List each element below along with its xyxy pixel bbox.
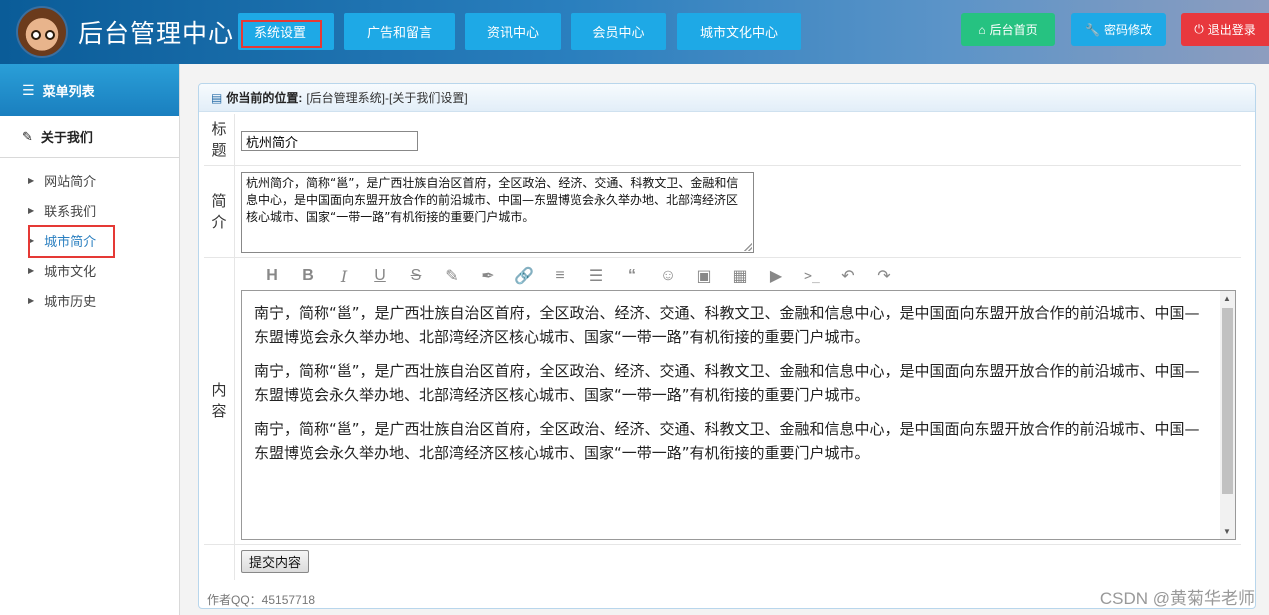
undo-icon[interactable]: ↶: [830, 266, 866, 286]
breadcrumb-path: [后台管理系统]-[关于我们设置]: [306, 91, 468, 105]
breadcrumb: ▤ 你当前的位置: [后台管理系统]-[关于我们设置]: [199, 84, 1255, 112]
video-icon[interactable]: ▶: [758, 266, 794, 286]
sidebar-header: ☰ 菜单列表: [0, 64, 179, 116]
title-label-char: 题: [211, 141, 227, 159]
caret-right-icon: ▶: [28, 295, 35, 305]
content-label: 内 容: [204, 258, 235, 544]
content-panel: ▤ 你当前的位置: [后台管理系统]-[关于我们设置] 标 题 简 介 杭州简介…: [198, 83, 1256, 609]
nav-ads-messages[interactable]: 广告和留言: [344, 13, 455, 50]
caret-right-icon: ▶: [28, 205, 35, 215]
sidebar-item-city-history[interactable]: ▶ 城市历史: [0, 285, 179, 315]
sidebar-item-label: 城市历史: [44, 293, 97, 309]
title-label: 标 题: [204, 114, 235, 165]
nav-system-settings[interactable]: 系统设置: [238, 13, 334, 50]
list-icon[interactable]: ≡: [542, 267, 578, 285]
submit-button[interactable]: 提交内容: [241, 550, 310, 573]
brush-icon[interactable]: ✒: [470, 266, 506, 286]
sidebar-item-label: 网站简介: [44, 173, 97, 189]
redo-icon[interactable]: ↷: [866, 266, 902, 286]
sidebar-item-site-intro[interactable]: ▶ 网站简介: [0, 165, 179, 195]
editor-content[interactable]: 南宁，简称“邕”，是广西壮族自治区首府，全区政治、经济、交通、科教文卫、金融和信…: [254, 301, 1204, 475]
logout-button[interactable]: ⏻ 退出登录: [1181, 13, 1269, 46]
rich-text-editor[interactable]: 南宁，简称“邕”，是广西壮族自治区首府，全区政治、经济、交通、科教文卫、金融和信…: [241, 290, 1236, 540]
intro-label-char: 介: [211, 213, 227, 231]
caret-right-icon: ▶: [28, 235, 35, 245]
heading-icon[interactable]: H: [254, 267, 290, 285]
home-icon: ⌂: [978, 22, 986, 37]
italic-icon[interactable]: I: [326, 267, 362, 286]
top-header: 后台管理中心 系统设置 广告和留言 资讯中心 会员中心 城市文化中心 ⌂ 后台首…: [0, 0, 1269, 64]
site-title: 后台管理中心: [78, 20, 235, 48]
quote-icon[interactable]: “: [614, 267, 650, 285]
sidebar-item-city-culture[interactable]: ▶ 城市文化: [0, 255, 179, 285]
pencil-icon[interactable]: ✎: [434, 266, 470, 286]
bold-icon[interactable]: B: [290, 267, 326, 285]
title-row: 标 题: [204, 114, 1241, 166]
content-label-char: 容: [211, 403, 227, 420]
submit-label-cell: [204, 545, 235, 580]
nav-member-center[interactable]: 会员中心: [571, 13, 666, 50]
change-password-button[interactable]: 🔧 密码修改: [1071, 13, 1166, 46]
scroll-up-icon[interactable]: ▲: [1223, 294, 1231, 303]
editor-paragraph: 南宁，简称“邕”，是广西壮族自治区首府，全区政治、经济、交通、科教文卫、金融和信…: [254, 362, 1200, 404]
table-icon: ▤: [211, 90, 223, 105]
scroll-down-icon[interactable]: ▼: [1223, 527, 1231, 536]
link-icon[interactable]: 🔗: [506, 266, 542, 286]
sidebar-item-label: 联系我们: [44, 203, 97, 219]
nav-news-center[interactable]: 资讯中心: [465, 13, 561, 50]
sidebar-item-city-intro[interactable]: ▶ 城市简介: [0, 225, 179, 258]
title-label-char: 标: [211, 120, 227, 138]
content-label-char: 内: [211, 382, 227, 399]
emoji-icon[interactable]: ☺: [650, 267, 686, 285]
sidebar-section-label: 关于我们: [40, 130, 93, 145]
editor-paragraph: 南宁，简称“邕”，是广西壮族自治区首府，全区政治、经济、交通、科教文卫、金融和信…: [254, 304, 1200, 346]
intro-row: 简 介 杭州简介，简称“邕”，是广西壮族自治区首府，全区政治、经济、交通、科教文…: [204, 166, 1241, 258]
editor-toolbar: H B I U S ✎ ✒ 🔗 ≡ ☰ “ ☺ ▣ ▦ ▶ >_ ↶ ↷: [254, 266, 902, 286]
author-footer: 作者QQ：45157718: [207, 593, 316, 607]
home-button-label: 后台首页: [989, 23, 1038, 37]
scrollbar-thumb[interactable]: [1222, 308, 1233, 494]
breadcrumb-prefix: 你当前的位置:: [226, 91, 303, 105]
title-input[interactable]: [241, 131, 418, 151]
sidebar-list: ▶ 网站简介 ▶ 联系我们 ▶ 城市简介 ▶ 城市文化 ▶ 城市历史: [0, 158, 179, 315]
sidebar: ☰ 菜单列表 ✎ 关于我们 ▶ 网站简介 ▶ 联系我们 ▶ 城市简介 ▶ 城市文…: [0, 64, 180, 615]
caret-right-icon: ▶: [28, 175, 35, 185]
align-left-icon[interactable]: ☰: [578, 266, 614, 286]
watermark: CSDN @黄菊华老师: [1099, 589, 1255, 608]
submit-row: 提交内容: [204, 545, 1241, 580]
content-row: 内 容 H B I U S ✎ ✒ 🔗 ≡ ☰ “ ☺ ▣ ▦ ▶ >_ ↶ ↷…: [204, 258, 1241, 545]
editor-scrollbar[interactable]: ▲ ▼: [1220, 291, 1235, 539]
code-icon[interactable]: >_: [794, 269, 830, 284]
sidebar-header-label: 菜单列表: [42, 83, 95, 99]
caret-right-icon: ▶: [28, 265, 35, 275]
editor-paragraph: 南宁，简称“邕”，是广西壮族自治区首府，全区政治、经济、交通、科教文卫、金融和信…: [254, 420, 1200, 462]
power-icon: ⏻: [1194, 22, 1204, 36]
strikethrough-icon[interactable]: S: [398, 267, 434, 285]
logout-label: 退出登录: [1207, 23, 1256, 37]
nav-city-culture[interactable]: 城市文化中心: [677, 13, 801, 50]
intro-label: 简 介: [204, 166, 235, 257]
home-button[interactable]: ⌂ 后台首页: [961, 13, 1055, 46]
change-password-label: 密码修改: [1103, 23, 1152, 37]
sidebar-item-contact[interactable]: ▶ 联系我们: [0, 195, 179, 225]
intro-textarea[interactable]: 杭州简介，简称“邕”，是广西壮族自治区首府，全区政治、经济、交通、科教文卫、金融…: [241, 172, 754, 253]
intro-label-char: 简: [211, 192, 227, 210]
sidebar-item-label: 城市文化: [44, 263, 97, 279]
edit-icon: ✎: [22, 128, 33, 144]
menu-list-icon: ☰: [22, 81, 35, 98]
table-grid-icon[interactable]: ▦: [722, 266, 758, 286]
wrench-icon: 🔧: [1085, 22, 1100, 37]
underline-icon[interactable]: U: [362, 267, 398, 285]
sidebar-item-label: 城市简介: [44, 233, 97, 249]
logo-avatar: [16, 6, 68, 58]
sidebar-section-about[interactable]: ✎ 关于我们: [0, 116, 179, 158]
image-icon[interactable]: ▣: [686, 266, 722, 286]
